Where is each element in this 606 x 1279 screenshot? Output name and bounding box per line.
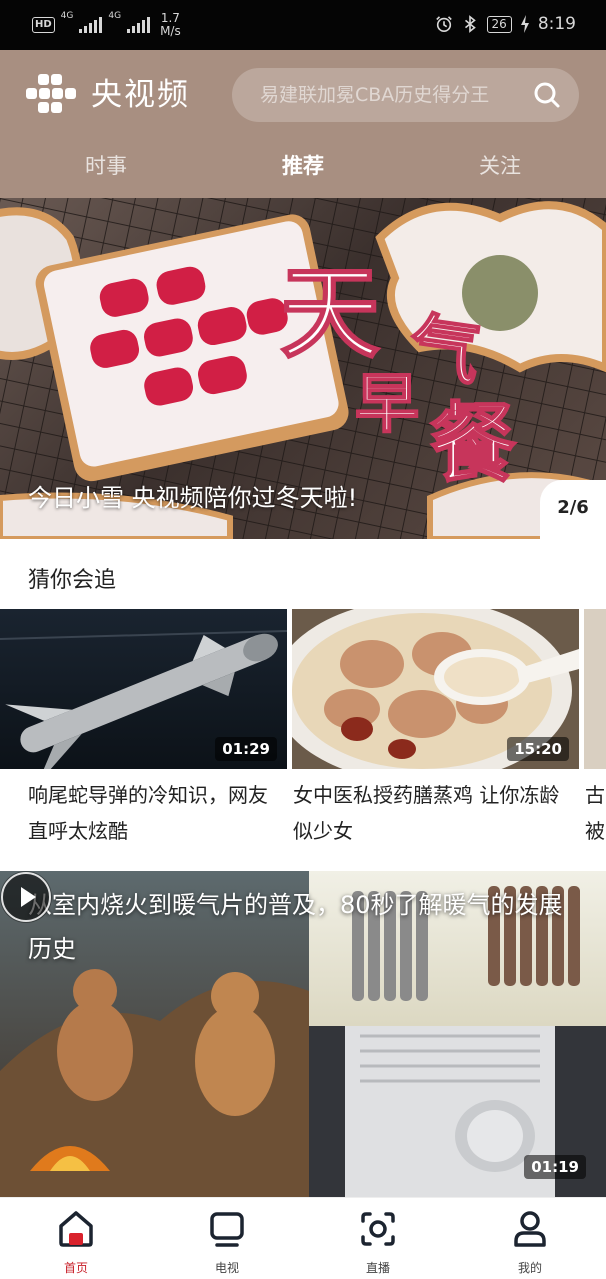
tab-recommended[interactable]: 推荐 (253, 144, 353, 188)
banner-carousel[interactable]: 天 气 早 餐 今日小雪 央视频陪你过冬天啦! 2/6 (0, 198, 606, 539)
status-bar: HD 4G 4G 1.7 M/s 26 8:19 (0, 0, 606, 50)
banner-caption: 今日小雪 央视频陪你过冬天啦! (28, 484, 358, 512)
signal-icon-2 (127, 17, 151, 33)
section-title: 猜你会追 (28, 568, 117, 593)
video-card[interactable]: 15:20 女中医私授药膳蒸鸡 让你冻龄似少女 (292, 609, 579, 849)
play-icon[interactable] (0, 871, 52, 923)
hd-voice-icon: HD (32, 17, 55, 33)
profile-icon (514, 1211, 546, 1247)
banner-art-char-1: 天 (280, 254, 380, 372)
charging-icon (520, 15, 529, 33)
video-thumbnail: 01:29 (0, 609, 287, 769)
bottom-nav: 首页 电视 直播 我的 (0, 1197, 606, 1279)
signal-icon-1 (79, 17, 103, 33)
app-header: 央视频 易建联加冕CBA历史得分王 时事 推荐 关注 (0, 50, 606, 198)
recommended-list: 01:29 响尾蛇导弹的冷知识，网友直呼太炫酷 15:20 女中医私授药膳蒸鸡 … (0, 609, 606, 849)
video-thumbnail: 15:20 (292, 609, 579, 769)
network-speed: 1.7 M/s (160, 12, 181, 38)
video-thumbnail (584, 609, 606, 769)
bluetooth-icon (464, 15, 476, 33)
banner-art-char-4: 餐 (430, 393, 517, 494)
tv-icon (210, 1212, 244, 1247)
video-card[interactable]: 01:29 响尾蛇导弹的冷知识，网友直呼太炫酷 (0, 609, 287, 849)
search-bar[interactable]: 易建联加冕CBA历史得分王 (232, 68, 579, 122)
nav-profile[interactable]: 我的 (480, 1198, 580, 1279)
search-icon[interactable] (533, 81, 561, 109)
video-duration: 01:19 (524, 1155, 586, 1179)
battery-indicator: 26 (486, 15, 512, 33)
top-tabs: 时事 推荐 关注 (0, 144, 606, 188)
nav-label: 首页 (63, 1261, 88, 1275)
clock: 8:19 (537, 14, 576, 34)
banner-page-counter: 2/6 (540, 480, 606, 539)
video-title: 女中医私授药膳蒸鸡 让你冻龄似少女 (293, 783, 560, 843)
video-duration: 01:29 (215, 737, 277, 761)
tab-current-affairs[interactable]: 时事 (56, 144, 156, 188)
app-name: 央视频 (91, 77, 190, 113)
tab-following[interactable]: 关注 (450, 144, 550, 188)
video-title: 古被 (585, 783, 605, 843)
nav-tv[interactable]: 电视 (177, 1198, 277, 1279)
feature-video-title: 从室内烧火到暖气片的普及，80秒了解暖气的发展历史 (28, 891, 563, 963)
hd-label: HD (35, 19, 52, 30)
video-card[interactable]: 古被 (584, 609, 606, 849)
nav-label: 电视 (214, 1261, 239, 1275)
speed-value: 1.7 (160, 11, 180, 25)
video-title: 响尾蛇导弹的冷知识，网友直呼太炫酷 (28, 783, 268, 843)
nav-live[interactable]: 直播 (328, 1198, 428, 1279)
alarm-icon (435, 16, 452, 33)
speed-unit: M/s (160, 24, 181, 38)
home-icon (59, 1211, 93, 1247)
network-type-1: 4G (60, 11, 74, 21)
search-placeholder: 易建联加冕CBA历史得分王 (260, 84, 490, 106)
nav-label: 我的 (517, 1261, 542, 1275)
nav-label: 直播 (365, 1261, 390, 1275)
video-duration: 15:20 (507, 737, 569, 761)
live-icon (361, 1212, 395, 1246)
banner-art-char-3: 早 (355, 367, 419, 442)
nav-home[interactable]: 首页 (26, 1198, 126, 1279)
feature-video-card[interactable]: 从室内烧火到暖气片的普及，80秒了解暖气的发展历史 01:19 (0, 871, 606, 1197)
network-type-2: 4G (108, 11, 122, 21)
app-logo-icon (26, 74, 76, 113)
